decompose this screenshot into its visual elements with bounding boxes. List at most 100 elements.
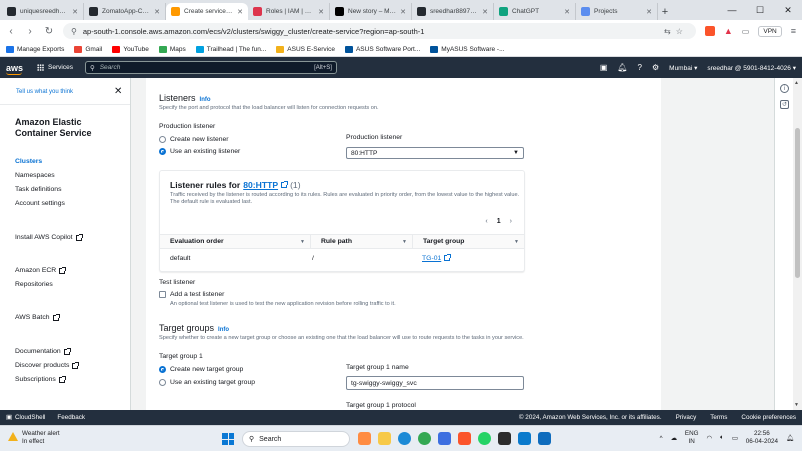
back-icon[interactable]: ‹ [6, 26, 16, 37]
nav-item-task-definitions[interactable]: Task definitions [15, 186, 61, 193]
cloudshell-button[interactable]: ▣ CloudShell [6, 414, 45, 421]
tab-close-icon[interactable]: ✕ [482, 8, 488, 16]
new-tab-button[interactable]: + [658, 3, 672, 20]
chrome-icon[interactable] [418, 432, 431, 445]
taskbar-search[interactable]: ⚲ Search [242, 431, 350, 447]
account-menu[interactable]: sreedhar @ 5901-8412-4026 ▾ [707, 64, 796, 72]
cookie-preferences-link[interactable]: Cookie preferences [741, 414, 796, 421]
radio-use-existing-target-group[interactable]: Use an existing target group [159, 379, 255, 386]
target-groups-info-link[interactable]: Info [218, 327, 229, 333]
settings-gear-icon[interactable]: ⚙ [652, 63, 659, 72]
terminal-icon[interactable] [498, 432, 511, 445]
clock[interactable]: 22:56 06-04-2024 [746, 430, 778, 446]
whatsapp-icon[interactable] [478, 432, 491, 445]
file-explorer-icon[interactable] [378, 432, 391, 445]
column-evaluation-order[interactable]: Evaluation order ▼ [160, 235, 310, 248]
bookmark-item[interactable]: MyASUS Software -... [430, 45, 505, 53]
tab-close-icon[interactable]: ✕ [72, 8, 78, 16]
notifications-icon[interactable]: 🔔︎ [617, 63, 627, 72]
listeners-info-link[interactable]: Info [200, 97, 211, 103]
nav-item-repositories[interactable]: Repositories [15, 281, 53, 288]
browser-tab[interactable]: ZomatoApp-Clone/G ✕ [84, 3, 166, 20]
volume-icon[interactable]: 🔈︎ [720, 434, 724, 442]
brave-shield-icon[interactable] [704, 26, 715, 36]
bookmark-item[interactable]: Gmail [74, 45, 102, 53]
current-page[interactable]: 1 [497, 218, 501, 225]
store-icon[interactable] [438, 432, 451, 445]
tab-close-icon[interactable]: ✕ [646, 8, 652, 16]
maximize-button[interactable]: ☐ [746, 0, 774, 20]
tab-close-icon[interactable]: ✕ [237, 8, 243, 16]
brave-icon[interactable] [458, 432, 471, 445]
cloudshell-icon[interactable]: ▣ [600, 63, 608, 72]
feedback-link[interactable]: Tell us what you think [16, 89, 73, 95]
nav-item-clusters[interactable]: Clusters [15, 158, 42, 165]
production-listener-select[interactable]: 80:HTTP ▼ [346, 147, 524, 159]
vscode-icon[interactable] [518, 432, 531, 445]
browser-tab[interactable]: Roles | IAM | Global✕ [248, 3, 330, 20]
listener-link[interactable]: 80:HTTP [243, 180, 278, 190]
column-rule-path[interactable]: Rule path ▼ [310, 235, 412, 248]
browser-tab[interactable]: uniquesreedhar/Swi ✕ [2, 3, 84, 20]
browser-tab[interactable]: ChatGPT ✕ [494, 3, 576, 20]
add-test-listener-checkbox[interactable]: Add a test listener [159, 291, 224, 298]
bookmark-item[interactable]: YouTube [112, 45, 149, 53]
language-indicator[interactable]: ENG IN [685, 430, 699, 446]
forward-icon[interactable]: › [25, 26, 35, 37]
bookmark-item[interactable]: Trailhead | The fun... [195, 45, 266, 53]
nav-item-install-aws-copilot[interactable]: Install AWS Copilot [15, 233, 83, 241]
brave-rewards-icon[interactable]: ▲ [724, 26, 733, 36]
close-nav-icon[interactable]: ✕ [114, 86, 122, 97]
address-bar-actions[interactable]: ⇆☆ [664, 27, 688, 36]
radio-use-existing-listener[interactable]: Use an existing listener [159, 148, 240, 155]
edge-icon[interactable] [398, 432, 411, 445]
info-panel-icon[interactable]: i [780, 84, 789, 93]
page-scrollbar[interactable]: ▲ ▼ [793, 78, 802, 410]
url-field[interactable]: ⚲ ap-south-1.console.aws.amazon.com/ecs/… [63, 23, 696, 39]
nav-item-namespaces[interactable]: Namespaces [15, 172, 55, 179]
services-menu[interactable]: Services [37, 64, 73, 71]
radio-create-new-listener[interactable]: Create new listener [159, 136, 229, 143]
battery-icon[interactable]: ▭ [732, 435, 738, 442]
close-window-button[interactable]: ✕ [774, 0, 802, 20]
aws-search-input[interactable]: ⚲ Search [Alt+S] [84, 61, 337, 74]
site-info-icon[interactable]: ⚲ [71, 27, 77, 36]
target-group-link[interactable]: TG-01 [412, 254, 524, 262]
copilot-icon[interactable] [358, 432, 371, 445]
sidebar-icon[interactable]: ▭ [742, 27, 750, 36]
windows-start-icon[interactable] [222, 433, 234, 445]
aws-logo[interactable]: aws [6, 63, 23, 75]
nav-item-documentation[interactable]: Documentation [15, 347, 71, 355]
nav-item-amazon-ecr[interactable]: Amazon ECR [15, 266, 67, 274]
terms-link[interactable]: Terms [710, 414, 727, 421]
region-selector[interactable]: Mumbai ▾ [669, 64, 697, 72]
tab-close-icon[interactable]: ✕ [318, 8, 324, 16]
mail-icon[interactable] [538, 432, 551, 445]
bookmark-item[interactable]: ASUS Software Port... [344, 45, 420, 53]
history-icon[interactable]: ↺ [780, 100, 789, 109]
bookmark-item[interactable]: ASUS E-Service [276, 45, 335, 53]
scrollbar-thumb[interactable] [795, 128, 800, 278]
browser-tab[interactable]: sreedhar8897/swigg ✕ [412, 3, 494, 20]
target-group-name-input[interactable]: tg-swiggy-swiggy_svc [346, 376, 524, 390]
wifi-icon[interactable]: ◠ [707, 435, 713, 442]
help-icon[interactable]: ? [638, 63, 642, 72]
nav-item-subscriptions[interactable]: Subscriptions [15, 375, 66, 383]
bookmark-item[interactable]: Manage Exports [6, 45, 64, 53]
nav-item-discover-products[interactable]: Discover products [15, 361, 80, 369]
prev-page-icon[interactable]: ‹ [485, 218, 487, 225]
vpn-button[interactable]: VPN [758, 25, 782, 37]
bookmark-item[interactable]: Maps [158, 45, 186, 53]
cloud-icon[interactable]: ☁ [671, 435, 677, 442]
tab-close-icon[interactable]: ✕ [564, 8, 570, 16]
notifications-icon[interactable]: 🔔︎ [786, 434, 794, 442]
scroll-down-icon[interactable]: ▼ [794, 402, 799, 408]
nav-item-aws-batch[interactable]: AWS Batch [15, 313, 60, 321]
column-target-group[interactable]: Target group ▼ [412, 235, 524, 248]
next-page-icon[interactable]: › [510, 218, 512, 225]
privacy-link[interactable]: Privacy [676, 414, 697, 421]
scroll-up-icon[interactable]: ▲ [794, 80, 799, 86]
show-hidden-icons[interactable]: ^ [660, 435, 663, 442]
reload-icon[interactable]: ↻ [44, 26, 54, 37]
tab-close-icon[interactable]: ✕ [154, 8, 160, 16]
